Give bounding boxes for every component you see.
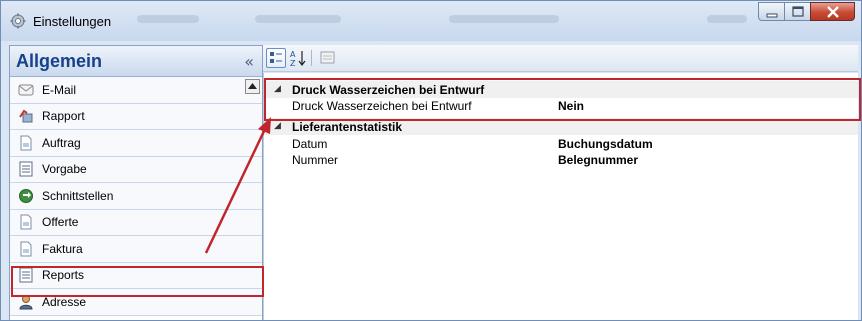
sort-alphabetical-button[interactable]: AZ xyxy=(288,48,308,68)
property-toolbar: AZ xyxy=(263,45,858,72)
window-controls xyxy=(758,2,855,22)
blurred-tab xyxy=(449,15,559,23)
nav-list: E-Mail Rapport Auftrag Vorgabe Schnittst… xyxy=(10,77,262,320)
rapport-icon xyxy=(19,109,33,123)
svg-text:Z: Z xyxy=(290,59,296,68)
gear-icon xyxy=(10,13,26,29)
property-value[interactable]: Belegnummer xyxy=(558,153,638,167)
toolbar-separator xyxy=(311,50,312,66)
minimize-button[interactable] xyxy=(758,2,785,21)
nav-item-auftrag[interactable]: Auftrag xyxy=(10,130,262,157)
nav-header: Allgemein « xyxy=(10,46,262,77)
nav-item-label: Adresse xyxy=(42,294,87,309)
svg-text:A: A xyxy=(290,50,296,59)
scroll-up-button[interactable] xyxy=(245,79,260,94)
nav-item-vorgabe[interactable]: Vorgabe xyxy=(10,156,262,183)
navigation-pane: Allgemein « E-Mail Rapport Auftrag Vorga… xyxy=(9,45,263,320)
person-icon xyxy=(19,294,33,310)
nav-item-offerte[interactable]: Offerte xyxy=(10,209,262,236)
interface-icon xyxy=(19,188,33,203)
nav-item-label: Auftrag xyxy=(42,135,81,150)
property-value[interactable]: Nein xyxy=(558,99,584,113)
document-icon xyxy=(20,241,32,257)
form-icon xyxy=(19,161,33,177)
nav-item-label: Vorgabe xyxy=(42,162,87,177)
nav-item-label: Reports xyxy=(42,268,85,283)
nav-item-schnittstellen[interactable]: Schnittstellen xyxy=(10,183,262,210)
nav-item-rapport[interactable]: Rapport xyxy=(10,103,262,130)
property-name: Druck Wasserzeichen bei Entwurf xyxy=(292,99,472,113)
arrow-up-icon xyxy=(248,83,257,89)
nav-item-email[interactable]: E-Mail xyxy=(10,77,262,104)
property-row[interactable]: Nummer Belegnummer xyxy=(264,152,858,168)
property-value[interactable]: Buchungsdatum xyxy=(558,137,653,151)
property-name: Datum xyxy=(292,137,328,151)
title-bar: Einstellungen xyxy=(1,1,861,41)
email-icon xyxy=(18,84,34,96)
maximize-icon xyxy=(792,6,804,17)
property-pages-button[interactable] xyxy=(318,48,338,68)
property-row[interactable]: Druck Wasserzeichen bei Entwurf Nein xyxy=(264,98,858,114)
document-icon xyxy=(20,214,32,230)
category-header[interactable]: ◢ Druck Wasserzeichen bei Entwurf xyxy=(264,81,858,98)
minimize-icon xyxy=(766,13,778,18)
nav-item-label: E-Mail xyxy=(42,82,77,97)
collapse-triangle-icon[interactable]: ◢ xyxy=(274,121,281,131)
nav-title: Allgemein xyxy=(16,51,103,71)
property-grid: ◢ Druck Wasserzeichen bei Entwurf Druck … xyxy=(263,73,858,320)
nav-item-faktura[interactable]: Faktura xyxy=(10,236,262,263)
collapse-button[interactable]: « xyxy=(244,52,254,71)
settings-window: Einstellungen Allgemein « E-Mail Rapport… xyxy=(0,0,862,321)
maximize-button[interactable] xyxy=(784,2,811,21)
blurred-tab xyxy=(707,15,747,23)
category-header[interactable]: ◢ Lieferantenstatistik xyxy=(264,118,858,135)
close-button[interactable] xyxy=(810,2,855,21)
nav-item-label: Faktura xyxy=(42,241,83,256)
sort-alphabetical-icon: AZ xyxy=(290,50,306,68)
nav-item-label: Offerte xyxy=(42,215,79,230)
close-icon xyxy=(827,6,839,18)
categorized-view-button[interactable] xyxy=(266,48,286,68)
categorized-view-icon xyxy=(270,52,282,63)
nav-item-reports[interactable]: Reports xyxy=(10,262,262,289)
blurred-tab xyxy=(137,15,199,23)
document-icon xyxy=(20,135,32,151)
collapse-triangle-icon[interactable]: ◢ xyxy=(274,84,281,94)
window-title: Einstellungen xyxy=(33,14,112,29)
property-name: Nummer xyxy=(292,153,339,167)
property-row[interactable]: Datum Buchungsdatum xyxy=(264,136,858,152)
nav-item-adresse[interactable]: Adresse xyxy=(10,289,262,316)
nav-item-label: Schnittstellen xyxy=(42,188,114,203)
property-pages-icon xyxy=(320,51,335,64)
nav-item-label: Rapport xyxy=(42,109,85,124)
report-icon xyxy=(19,267,33,283)
blurred-tab xyxy=(255,15,341,23)
